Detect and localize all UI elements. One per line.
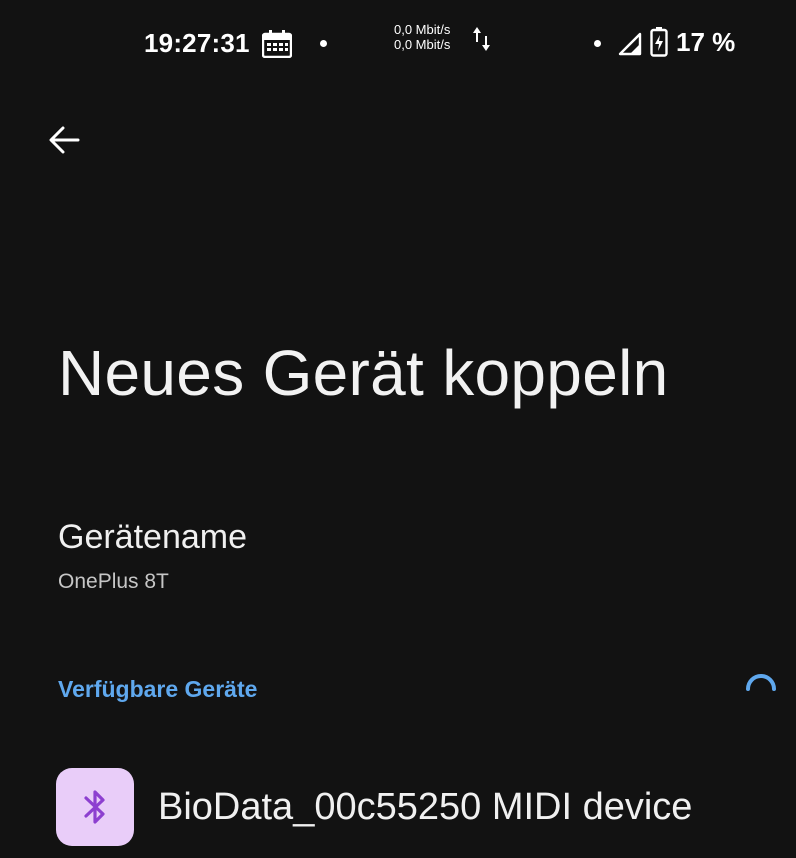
available-device-item[interactable]: BioData_00c55250 MIDI device (0, 750, 796, 858)
data-transfer-icon (473, 27, 490, 51)
notification-dot-icon (320, 40, 327, 47)
device-item-label: BioData_00c55250 MIDI device (158, 786, 693, 828)
back-button[interactable] (36, 112, 92, 168)
network-speed: 0,0 Mbit/s 0,0 Mbit/s (394, 22, 450, 52)
scanning-progress-icon (746, 674, 776, 691)
arrow-back-icon (49, 126, 80, 154)
available-devices-header: Verfügbare Geräte (58, 676, 258, 702)
bluetooth-pair-screen: 19:27:31 0,0 Mbit/s 0,0 Mbit/s 17 % Neue… (0, 0, 796, 858)
status-bar: 19:27:31 0,0 Mbit/s 0,0 Mbit/s 17 % (0, 0, 796, 86)
device-name-label: Gerätename (58, 518, 247, 556)
bluetooth-icon (84, 790, 105, 824)
device-name-value: OnePlus 8T (58, 570, 169, 593)
battery-charging-icon (650, 27, 668, 57)
net-speed-down: 0,0 Mbit/s (394, 37, 451, 52)
signal-icon (618, 32, 642, 56)
status-time: 19:27:31 (144, 28, 250, 58)
page-title: Neues Gerät koppeln (58, 337, 669, 409)
calendar-icon (262, 30, 292, 58)
battery-percent: 17 % (676, 27, 736, 57)
notification-dot-icon (594, 40, 601, 47)
device-icon-container (56, 768, 134, 846)
net-speed-up: 0,0 Mbit/s (394, 22, 451, 37)
device-name-preference[interactable]: Gerätename OnePlus 8T (0, 500, 796, 620)
